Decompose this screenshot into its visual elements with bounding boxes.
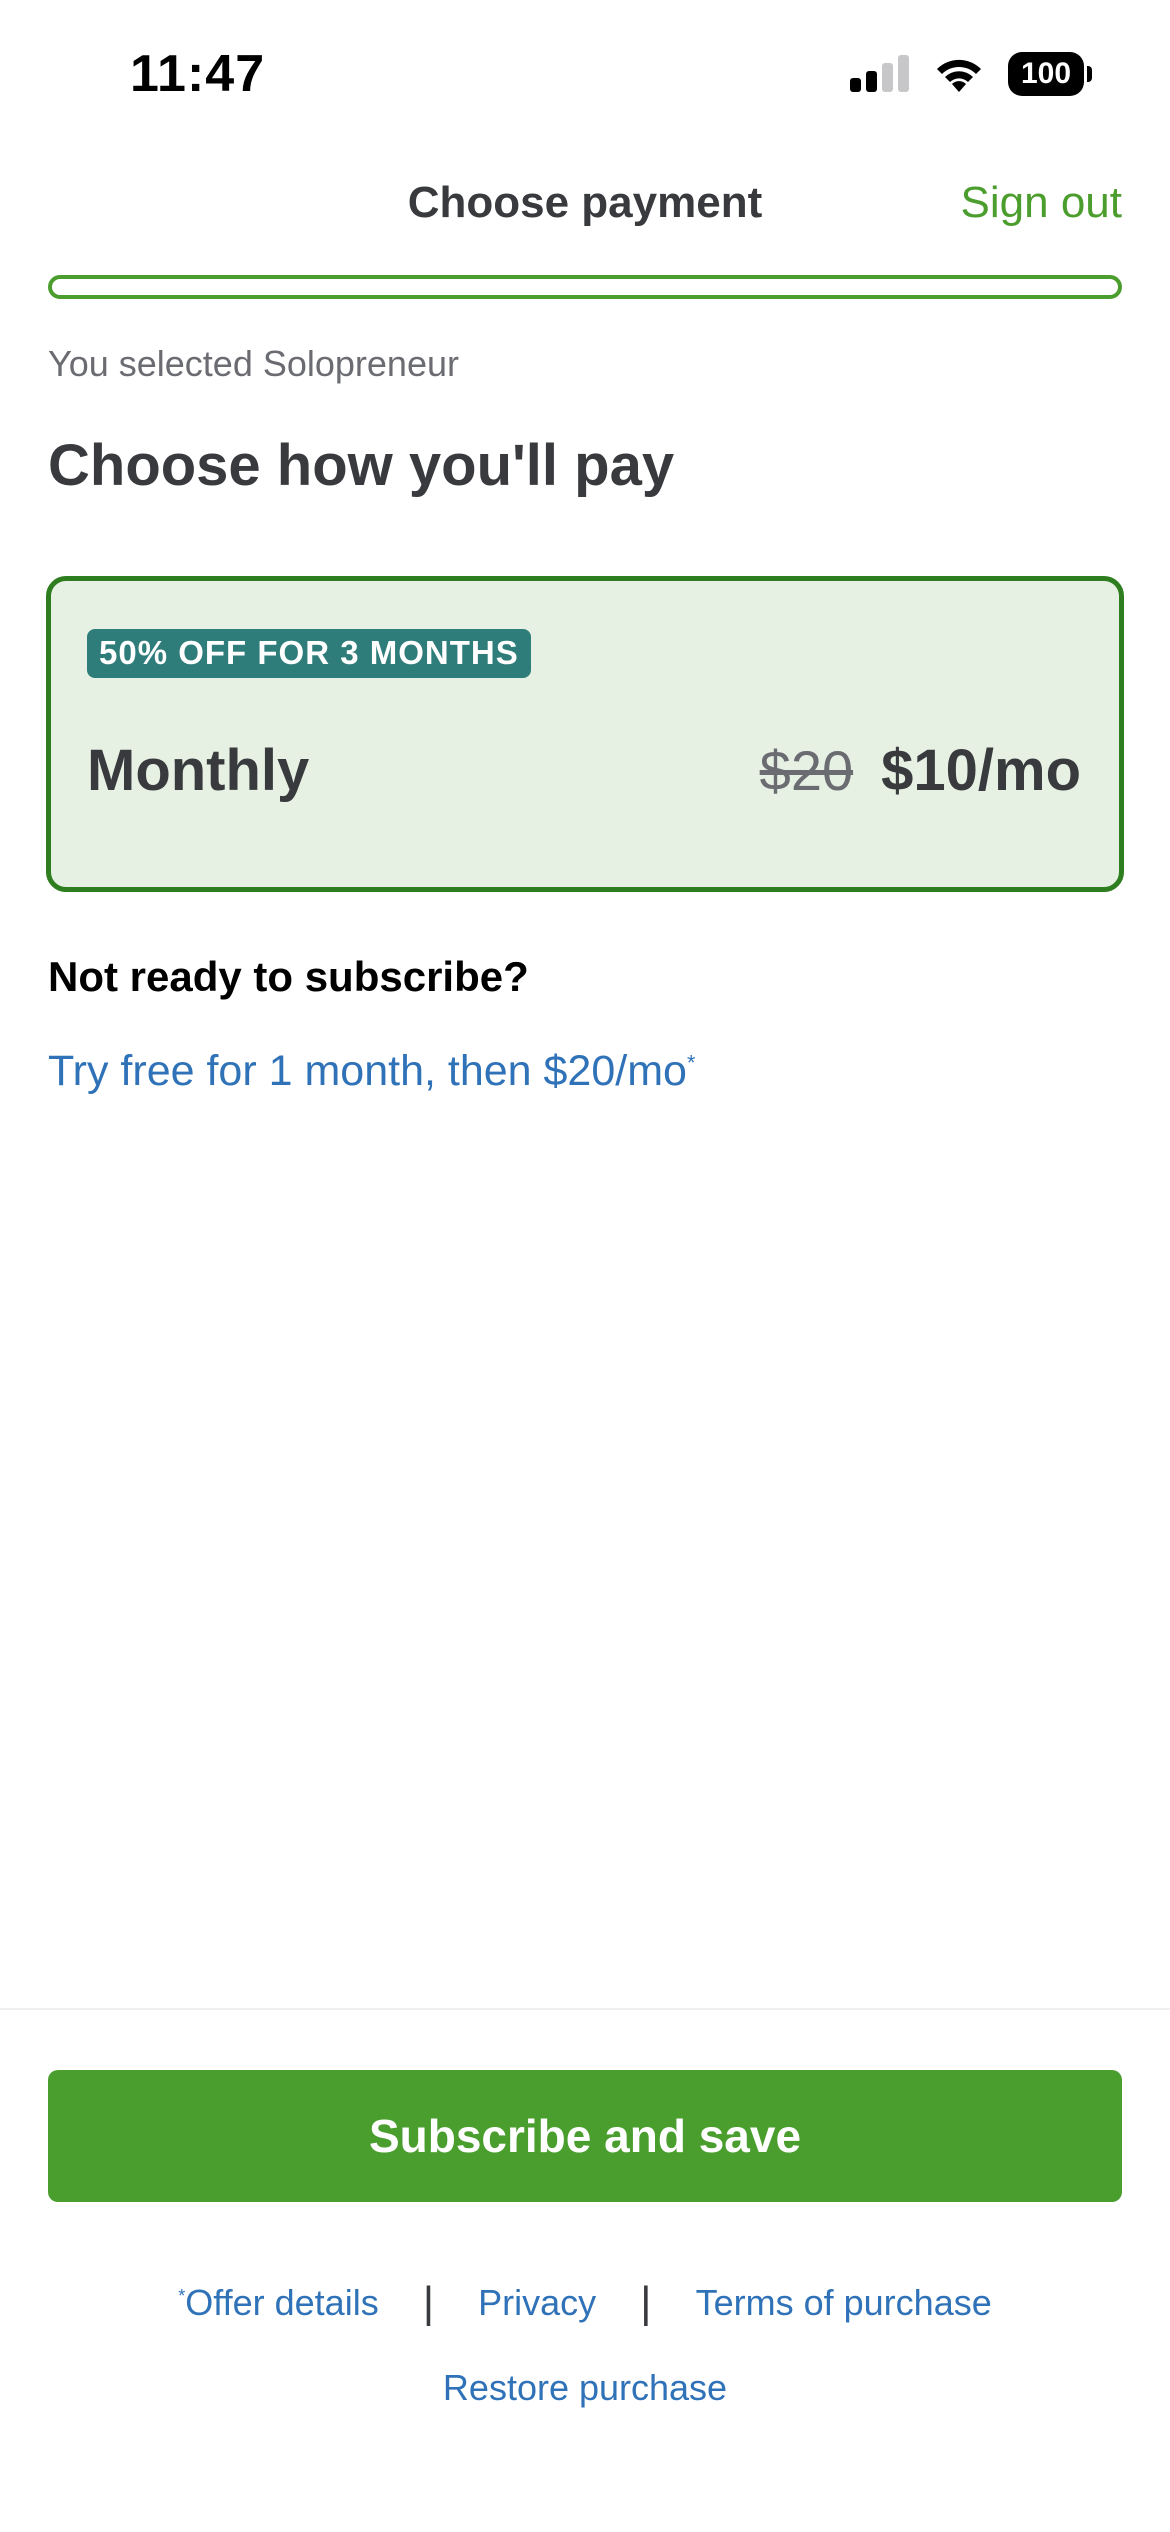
battery-level: 100 bbox=[1020, 57, 1072, 90]
status-time: 11:47 bbox=[130, 45, 266, 103]
footnote-mark: * bbox=[686, 1050, 696, 1075]
wifi-icon bbox=[937, 59, 981, 92]
free-trial-link[interactable]: Try free for 1 month, then $20/mo* bbox=[48, 1047, 695, 1096]
plan-prices: $20 $10/mo bbox=[760, 737, 1081, 804]
privacy-link[interactable]: Privacy bbox=[478, 2282, 596, 2324]
status-icons: 100 bbox=[850, 52, 1092, 96]
offer-details-link[interactable]: *Offer details bbox=[178, 2282, 378, 2324]
terms-of-purchase-link[interactable]: Terms of purchase bbox=[696, 2282, 992, 2324]
status-bar: 11:47 100 bbox=[0, 0, 1170, 150]
header: Choose payment Sign out bbox=[0, 170, 1170, 250]
plan-name: Monthly bbox=[87, 738, 310, 803]
footer-separator: | bbox=[640, 2278, 652, 2327]
battery-icon: 100 bbox=[1008, 52, 1092, 96]
selected-plan-note: You selected Solopreneur bbox=[48, 343, 459, 384]
footer-separator: | bbox=[422, 2278, 435, 2327]
offer-details-text: Offer details bbox=[185, 2282, 379, 2323]
page-heading: Choose how you'll pay bbox=[48, 433, 675, 498]
battery-tip bbox=[1087, 66, 1092, 82]
discounted-price: $10/mo bbox=[881, 738, 1081, 803]
not-ready-heading: Not ready to subscribe? bbox=[48, 953, 529, 1000]
signal-icon bbox=[850, 55, 909, 92]
sign-out-link[interactable]: Sign out bbox=[961, 178, 1122, 228]
monthly-plan-card[interactable]: 50% OFF FOR 3 MONTHS Monthly $20 $10/mo bbox=[46, 576, 1124, 892]
subscribe-button[interactable]: Subscribe and save bbox=[48, 2070, 1122, 2202]
footer-links: *Offer details | Privacy | Terms of purc… bbox=[0, 2278, 1170, 2328]
battery-body: 100 bbox=[1008, 52, 1084, 96]
original-price: $20 bbox=[759, 739, 854, 802]
progress-bar bbox=[48, 275, 1122, 299]
restore-purchase-link[interactable]: Restore purchase bbox=[0, 2367, 1170, 2409]
bottom-divider bbox=[0, 2008, 1170, 2010]
free-trial-link-text: Try free for 1 month, then $20/mo bbox=[48, 1047, 687, 1095]
promo-badge: 50% OFF FOR 3 MONTHS bbox=[87, 629, 531, 678]
